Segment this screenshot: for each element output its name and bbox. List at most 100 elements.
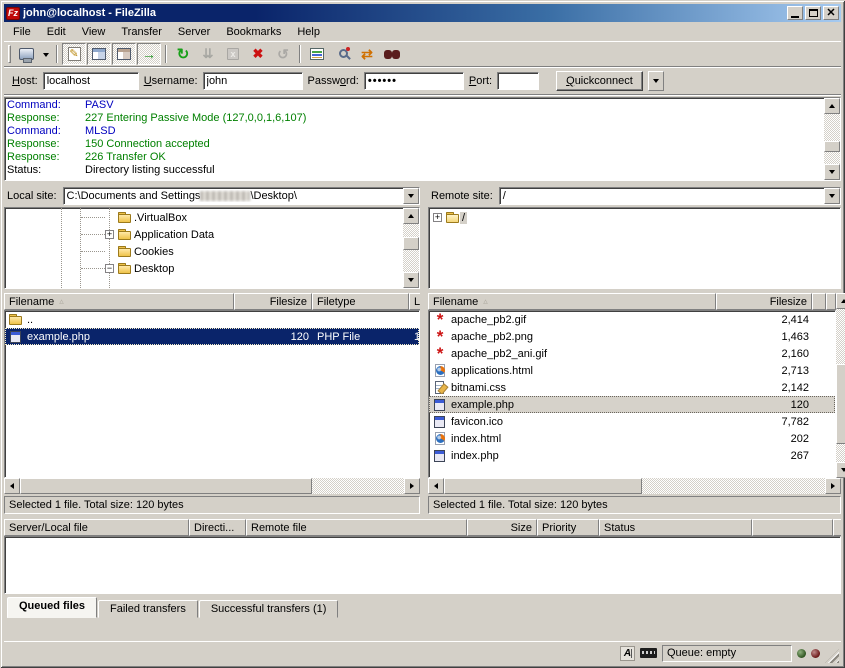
menu-edit[interactable]: Edit (39, 24, 74, 40)
menu-view[interactable]: View (74, 24, 114, 40)
toggle-remote-tree-button[interactable] (112, 43, 136, 65)
scroll-up-button[interactable] (403, 208, 419, 224)
scroll-right-button[interactable] (825, 478, 841, 494)
disconnect-icon: ✖ (253, 46, 264, 62)
file-row-apache-pb2-png[interactable]: *apache_pb2.png1,463 (429, 328, 835, 345)
tree-item-virtualbox[interactable]: .VirtualBox (5, 209, 403, 226)
scroll-up-button[interactable] (824, 98, 840, 114)
column-header-l[interactable]: L (409, 293, 420, 310)
file-row-apache-pb2-gif[interactable]: *apache_pb2.gif2,414 (429, 311, 835, 328)
scroll-down-button[interactable] (824, 164, 840, 180)
column-header-filename[interactable]: Filename▵ (4, 293, 234, 310)
site-manager-button[interactable] (14, 43, 38, 65)
quickconnect-button[interactable]: Quickconnect (556, 71, 643, 91)
tree-item-application-data[interactable]: +Application Data (5, 226, 403, 243)
scroll-left-button[interactable] (428, 478, 444, 494)
port-input[interactable] (497, 72, 539, 90)
remote-site-combobox[interactable]: / (499, 187, 841, 205)
tree-item-item[interactable]: +/ (429, 209, 840, 226)
synchronized-browsing-button[interactable]: ⇄ (355, 43, 379, 65)
host-input[interactable] (43, 72, 139, 90)
file-row-applications-html[interactable]: applications.html2,713 (429, 362, 835, 379)
scroll-down-button[interactable] (836, 462, 845, 478)
scroll-down-button[interactable] (403, 272, 419, 288)
site-manager-dropdown-button[interactable] (39, 43, 52, 65)
tab-successful-transfers-1[interactable]: Successful transfers (1) (199, 600, 339, 618)
message-log-scrollbar[interactable] (824, 98, 840, 180)
scrollbar-thumb[interactable] (836, 364, 845, 444)
menu-transfer[interactable]: Transfer (113, 24, 170, 40)
transfer-queue-list (4, 536, 841, 594)
file-row-apache-pb2-ani-gif[interactable]: *apache_pb2_ani.gif2,160 (429, 345, 835, 362)
column-header-filesize[interactable]: Filesize (234, 293, 312, 310)
menu-bookmarks[interactable]: Bookmarks (218, 24, 289, 40)
file-row-index-html[interactable]: index.html202 (429, 430, 835, 447)
pane-splitter[interactable] (420, 187, 428, 514)
tree-item-cookies[interactable]: Cookies (5, 243, 403, 260)
column-header-item[interactable] (812, 293, 826, 310)
scrollbar-thumb[interactable] (403, 237, 419, 249)
local-site-path: C:\Documents and Settings\Desktop\ (64, 190, 403, 202)
toggle-local-tree-button[interactable] (87, 43, 111, 65)
column-header-item[interactable] (752, 519, 833, 536)
folderopen-icon (446, 211, 460, 224)
tree-item-desktop[interactable]: −Desktop (5, 260, 403, 277)
file-row-favicon-ico[interactable]: favicon.ico7,782 (429, 413, 835, 430)
minimize-button[interactable] (787, 6, 803, 20)
local-tree-scrollbar[interactable] (403, 208, 419, 288)
column-header-directi[interactable]: Directi... (189, 519, 246, 536)
column-header-priority[interactable]: Priority (537, 519, 599, 536)
remote-horizontal-scrollbar[interactable] (428, 478, 841, 494)
filename-cell: example.php (5, 330, 235, 343)
file-row-item[interactable]: .. (5, 311, 419, 328)
toggle-message-log-button[interactable]: ✎ (62, 43, 86, 65)
scrollbar-thumb[interactable] (824, 141, 840, 152)
column-header-filename[interactable]: Filename▵ (428, 293, 716, 310)
username-input[interactable] (203, 72, 303, 90)
menu-server[interactable]: Server (170, 24, 218, 40)
file-row-index-php[interactable]: index.php267 (429, 447, 835, 464)
transfer-type-ascii-icon[interactable]: A (620, 646, 635, 661)
maximize-button[interactable] (805, 6, 821, 20)
process-queue-button: ⇊ (196, 43, 220, 65)
directory-comparison-button[interactable] (330, 43, 354, 65)
toggle-queue-view-button[interactable]: → (137, 43, 161, 65)
collapse-icon[interactable]: − (105, 264, 114, 273)
file-row-example-php[interactable]: example.php120PHP File1 (5, 328, 419, 345)
tab-failed-transfers[interactable]: Failed transfers (98, 600, 198, 618)
column-header-status[interactable]: Status (599, 519, 752, 536)
expand-icon[interactable]: + (105, 230, 114, 239)
column-header-remote-file[interactable]: Remote file (246, 519, 467, 536)
filter-button[interactable] (305, 43, 329, 65)
file-row-bitnami-css[interactable]: bitnami.css2,142 (429, 379, 835, 396)
scroll-left-button[interactable] (4, 478, 20, 494)
menu-file[interactable]: File (5, 24, 39, 40)
file-row-example-php[interactable]: example.php120 (429, 396, 835, 413)
local-site-combobox[interactable]: C:\Documents and Settings\Desktop\ (63, 187, 420, 205)
speed-limit-icon[interactable] (640, 648, 657, 658)
column-header-filetype[interactable]: Filetype (312, 293, 409, 310)
scrollbar-thumb[interactable] (20, 478, 312, 494)
scrollbar-thumb[interactable] (444, 478, 642, 494)
password-input[interactable] (364, 72, 464, 90)
quickconnect-dropdown-button[interactable] (648, 71, 664, 91)
local-site-dropdown-button[interactable] (403, 188, 419, 204)
remote-list-scrollbar[interactable] (836, 293, 845, 478)
column-header-size[interactable]: Size (467, 519, 537, 536)
expand-icon[interactable]: + (433, 213, 442, 222)
close-button[interactable]: ✕ (823, 6, 839, 20)
disconnect-button[interactable]: ✖ (246, 43, 270, 65)
scroll-right-button[interactable] (404, 478, 420, 494)
scroll-up-button[interactable] (836, 293, 845, 309)
folder-icon (118, 211, 132, 224)
find-files-button[interactable] (380, 43, 404, 65)
remote-site-dropdown-button[interactable] (824, 188, 840, 204)
menu-help[interactable]: Help (289, 24, 328, 40)
php-icon (433, 449, 447, 462)
column-header-server-local-file[interactable]: Server/Local file (4, 519, 189, 536)
refresh-button[interactable]: ↻ (171, 43, 195, 65)
column-header-filesize[interactable]: Filesize (716, 293, 812, 310)
resize-grip[interactable] (825, 649, 839, 663)
local-horizontal-scrollbar[interactable] (4, 478, 420, 494)
tab-queued-files[interactable]: Queued files (7, 597, 97, 618)
